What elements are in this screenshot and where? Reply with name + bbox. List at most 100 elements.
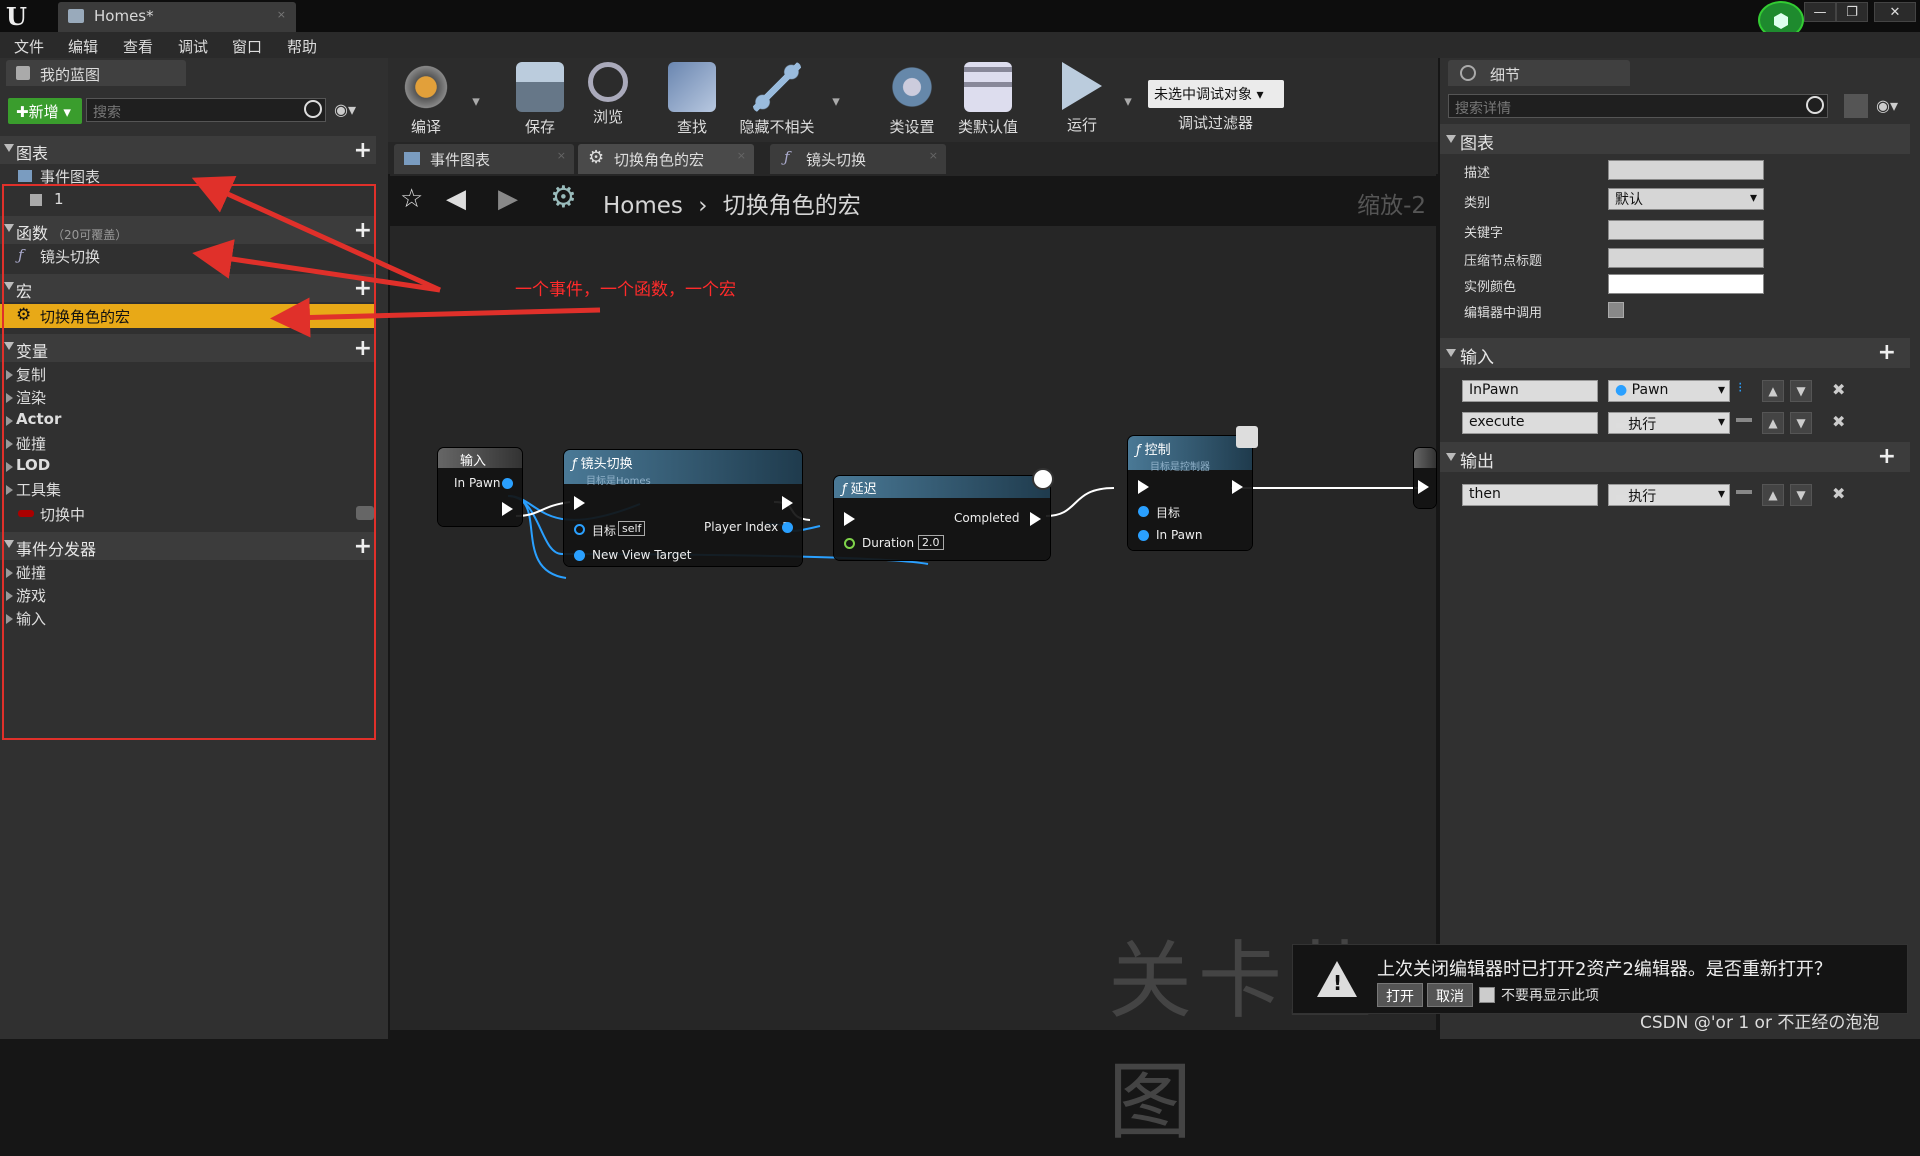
- forward-arrow-icon[interactable]: ▶: [498, 184, 518, 214]
- my-blueprint-tab[interactable]: 我的蓝图: [6, 60, 186, 86]
- tab-macro[interactable]: ⚙ 切换角色的宏 ×: [578, 144, 754, 174]
- cancel-button[interactable]: 取消: [1427, 983, 1473, 1007]
- details-section-inputs[interactable]: 输入 +: [1440, 338, 1910, 368]
- add-input-icon[interactable]: +: [1878, 340, 1896, 365]
- exec-in-pin[interactable]: [1138, 480, 1149, 494]
- output-type-select[interactable]: ▬执行 ▾: [1608, 484, 1730, 506]
- node-delay[interactable]: ƒ 延迟 Completed Duration 2.0: [834, 468, 1054, 560]
- hide-unrelated-button[interactable]: 隐藏不相关: [732, 62, 822, 137]
- move-down-button[interactable]: ▼: [1790, 412, 1812, 434]
- input-name-field[interactable]: InPawn: [1462, 380, 1598, 402]
- pin-in-pawn[interactable]: [1138, 530, 1149, 541]
- view-options-eye-icon[interactable]: ◉▾: [1876, 96, 1898, 115]
- menu-view[interactable]: 查看: [123, 36, 153, 57]
- container-type-icon[interactable]: [1736, 490, 1752, 494]
- move-down-button[interactable]: ▼: [1790, 380, 1812, 402]
- pin-target[interactable]: [574, 524, 585, 535]
- move-up-button[interactable]: ▲: [1762, 484, 1784, 506]
- exec-out-pin[interactable]: [782, 496, 793, 510]
- prop-compact-title-field[interactable]: [1608, 248, 1764, 268]
- close-tab-icon[interactable]: ×: [737, 149, 746, 162]
- add-new-button[interactable]: ✚新增 ▾: [8, 98, 82, 124]
- pin-new-view-target[interactable]: [574, 550, 585, 561]
- debug-object-select[interactable]: 未选中调试对象 ▾: [1148, 80, 1284, 108]
- class-settings-button[interactable]: 类设置: [882, 62, 942, 137]
- move-up-button[interactable]: ▲: [1762, 380, 1784, 402]
- menu-debug[interactable]: 调试: [178, 36, 208, 57]
- search-icon[interactable]: [1806, 96, 1824, 114]
- menu-file[interactable]: 文件: [14, 36, 44, 57]
- favorite-star-icon[interactable]: ☆: [400, 184, 423, 214]
- browse-button[interactable]: 浏览: [578, 62, 638, 127]
- tab-event-graph[interactable]: 事件图表 ×: [394, 144, 574, 174]
- menu-window[interactable]: 窗口: [232, 36, 262, 57]
- save-button[interactable]: 保存: [510, 62, 570, 137]
- details-section-outputs[interactable]: 输出 +: [1440, 442, 1910, 472]
- prop-category-select[interactable]: 默认 ▾: [1608, 188, 1764, 210]
- search-icon[interactable]: [304, 100, 322, 118]
- pin-player-index[interactable]: [782, 522, 793, 533]
- compile-dropdown[interactable]: ▾: [470, 92, 482, 110]
- pin-inpawn[interactable]: [502, 478, 513, 489]
- remove-output-icon[interactable]: ✖: [1832, 484, 1845, 503]
- section-graphs[interactable]: 图表 +: [0, 136, 376, 164]
- exec-out-pin[interactable]: [502, 502, 513, 516]
- class-defaults-button[interactable]: 类默认值: [950, 62, 1026, 137]
- details-search-input[interactable]: 搜索详情: [1448, 94, 1828, 118]
- graph-canvas[interactable]: 关卡蓝图 输入 In Pawn ƒ 镜头切换 目标是Homes 目标 self Pl…: [390, 174, 1436, 1151]
- add-graph-icon[interactable]: +: [354, 138, 372, 163]
- find-button[interactable]: 查找: [662, 62, 722, 137]
- property-matrix-icon[interactable]: [1844, 94, 1868, 118]
- exec-out-pin[interactable]: [1030, 512, 1041, 526]
- breadcrumb-root[interactable]: Homes: [603, 193, 683, 219]
- view-options-eye-icon[interactable]: ◉▾: [334, 100, 356, 119]
- remove-input-icon[interactable]: ✖: [1832, 380, 1845, 399]
- minimize-button[interactable]: —: [1804, 2, 1836, 22]
- tab-function[interactable]: ƒ 镜头切换 ×: [770, 144, 946, 174]
- remove-input-icon[interactable]: ✖: [1832, 412, 1845, 431]
- container-type-icon[interactable]: [1736, 418, 1752, 422]
- back-arrow-icon[interactable]: ◀: [446, 184, 466, 214]
- node-camera-switch[interactable]: ƒ 镜头切换 目标是Homes 目标 self Player Index 1 New…: [564, 450, 802, 566]
- exec-in-pin[interactable]: [574, 496, 585, 510]
- menu-edit[interactable]: 编辑: [68, 36, 98, 57]
- compile-button[interactable]: 编译: [396, 62, 456, 137]
- play-button[interactable]: 运行: [1052, 62, 1112, 135]
- node-output[interactable]: [1414, 448, 1436, 508]
- pin-target[interactable]: [1138, 506, 1149, 517]
- pin-duration-value[interactable]: 2.0: [918, 535, 944, 550]
- add-output-icon[interactable]: +: [1878, 444, 1896, 469]
- close-tab-icon[interactable]: ×: [557, 149, 566, 162]
- pin-target-self-value[interactable]: self: [618, 521, 646, 536]
- prop-keywords-field[interactable]: [1608, 220, 1764, 240]
- open-button[interactable]: 打开: [1377, 983, 1423, 1007]
- output-name-field[interactable]: then: [1462, 484, 1598, 506]
- close-window-button[interactable]: ✕: [1874, 2, 1916, 22]
- details-tab[interactable]: 细节: [1448, 60, 1630, 86]
- exec-out-pin[interactable]: [1232, 480, 1243, 494]
- node-possess[interactable]: ƒ 控制 目标是控制器 目标 In Pawn: [1128, 426, 1258, 550]
- node-input[interactable]: 输入 In Pawn: [438, 448, 522, 526]
- close-tab-icon[interactable]: ×: [929, 149, 938, 162]
- prop-instance-color-swatch[interactable]: [1608, 274, 1764, 294]
- input-type-select[interactable]: ▬执行 ▾: [1608, 412, 1730, 434]
- move-down-button[interactable]: ▼: [1790, 484, 1812, 506]
- exec-in-pin[interactable]: [844, 512, 855, 526]
- prop-call-in-editor-checkbox[interactable]: [1608, 302, 1624, 318]
- play-dropdown[interactable]: ▾: [1122, 92, 1134, 110]
- restore-button[interactable]: ❐: [1836, 2, 1868, 22]
- input-name-field[interactable]: execute: [1462, 412, 1598, 434]
- move-up-button[interactable]: ▲: [1762, 412, 1784, 434]
- prop-description-field[interactable]: [1608, 160, 1764, 180]
- dont-show-checkbox[interactable]: [1479, 987, 1495, 1003]
- exec-in-pin[interactable]: [1418, 480, 1429, 494]
- document-tab-homes[interactable]: Homes* ×: [58, 2, 296, 32]
- pin-type-icon[interactable]: ⁝: [1738, 380, 1742, 396]
- input-type-select[interactable]: ● Pawn ▾: [1608, 380, 1730, 402]
- menu-help[interactable]: 帮助: [287, 36, 317, 57]
- blueprint-search-input[interactable]: 搜索: [86, 98, 326, 122]
- pin-duration[interactable]: [844, 538, 855, 549]
- hide-unrelated-dropdown[interactable]: ▾: [830, 92, 842, 110]
- close-tab-icon[interactable]: ×: [277, 8, 286, 21]
- details-section-graph[interactable]: 图表: [1440, 124, 1910, 154]
